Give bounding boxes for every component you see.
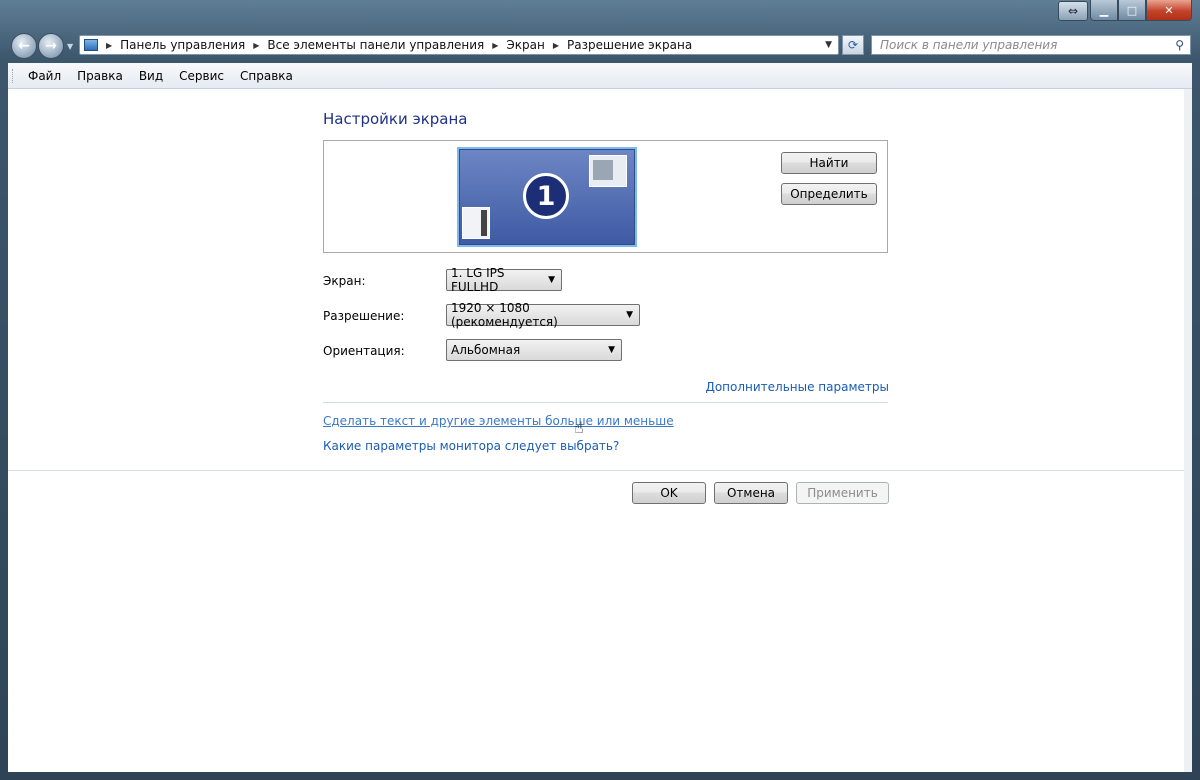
orientation-label: Ориентация:: [323, 344, 405, 358]
chevron-down-icon: ▼: [626, 310, 633, 320]
minimize-button[interactable]: ▁: [1090, 0, 1118, 21]
orientation-select-value: Альбомная: [451, 343, 521, 357]
resolution-label: Разрешение:: [323, 309, 405, 323]
screen-label: Экран:: [323, 274, 366, 288]
menu-file[interactable]: Файл: [28, 69, 61, 83]
minimize-icon: ▁: [1099, 3, 1109, 17]
menu-bar: Файл Правка Вид Сервис Справка: [8, 63, 1192, 89]
switch-icon: ⇔: [1067, 4, 1079, 18]
menu-edit[interactable]: Правка: [77, 69, 123, 83]
screen-select-value: 1. LG IPS FULLHD: [451, 266, 505, 294]
breadcrumb-separator-icon[interactable]: ▶: [253, 41, 259, 50]
close-button[interactable]: ✕: [1146, 0, 1192, 21]
monitor-1-thumbnail[interactable]: 1: [457, 147, 637, 247]
cancel-button[interactable]: Отмена: [714, 482, 788, 504]
window-thumbnail-icon: [462, 207, 490, 239]
page-title: Настройки экрана: [323, 110, 468, 128]
ok-button[interactable]: OK: [632, 482, 706, 504]
menu-view[interactable]: Вид: [139, 69, 163, 83]
chevron-down-icon: ▼: [608, 345, 615, 355]
breadcrumb-item[interactable]: Экран: [506, 38, 544, 52]
maximize-icon: □: [1126, 3, 1138, 17]
monitor-number-badge: 1: [523, 173, 569, 219]
maximize-button[interactable]: □: [1118, 0, 1146, 21]
monitor-help-link[interactable]: Какие параметры монитора следует выбрать…: [323, 439, 619, 453]
back-arrow-icon: ←: [18, 38, 30, 54]
control-panel-icon: [84, 39, 98, 51]
breadcrumb-item[interactable]: Панель управления: [120, 38, 245, 52]
search-icon[interactable]: ⚲: [1175, 38, 1184, 52]
refresh-icon: ⟳: [847, 38, 859, 52]
identify-button[interactable]: Определить: [781, 183, 877, 205]
scrollbar[interactable]: [1184, 89, 1192, 772]
resolution-select[interactable]: 1920 × 1080 (рекомендуется) ▼: [446, 301, 640, 329]
switch-window-button[interactable]: ⇔: [1058, 1, 1088, 21]
screen-select[interactable]: 1. LG IPS FULLHD ▼: [446, 266, 562, 294]
hand-cursor-icon: ☝: [574, 418, 584, 437]
divider: [323, 402, 888, 403]
breadcrumb-item[interactable]: Все элементы панели управления: [267, 38, 484, 52]
breadcrumb-item[interactable]: Разрешение экрана: [567, 38, 692, 52]
display-preview-panel: 1 Найти Определить: [323, 140, 888, 253]
close-icon: ✕: [1164, 3, 1174, 17]
back-button[interactable]: ←: [11, 33, 37, 59]
recent-pages-dropdown-icon[interactable]: ▼: [67, 42, 73, 51]
chevron-down-icon: ▼: [548, 275, 555, 285]
caption-buttons: ▁ □ ✕: [1090, 0, 1192, 22]
window-thumbnail-icon: [589, 155, 627, 187]
find-button[interactable]: Найти: [781, 152, 877, 174]
content-area: Настройки экрана 1 Найти Определить Экра…: [8, 89, 1192, 772]
forward-button[interactable]: →: [38, 33, 64, 59]
advanced-settings-link[interactable]: Дополнительные параметры: [705, 380, 889, 394]
forward-arrow-icon: →: [45, 38, 57, 54]
address-bar[interactable]: ▶ Панель управления ▶ Все элементы панел…: [79, 35, 839, 55]
window-frame: ⇔ ▁ □ ✕ ← → ▼ ▶ Панель управления ▶ Все …: [0, 0, 1200, 780]
footer-divider: [8, 470, 1192, 471]
orientation-select[interactable]: Альбомная ▼: [446, 339, 622, 361]
apply-button[interactable]: Применить: [796, 482, 889, 504]
breadcrumb-separator-icon[interactable]: ▶: [492, 41, 498, 50]
resolution-select-value: 1920 × 1080 (рекомендуется): [451, 301, 558, 329]
menu-help[interactable]: Справка: [240, 69, 293, 83]
breadcrumb-separator-icon[interactable]: ▶: [106, 41, 112, 50]
menu-tools[interactable]: Сервис: [179, 69, 224, 83]
menu-grip: [12, 68, 16, 83]
breadcrumb-separator-icon[interactable]: ▶: [553, 41, 559, 50]
search-placeholder: Поиск в панели управления: [880, 38, 1058, 52]
address-dropdown-icon[interactable]: ▼: [825, 40, 832, 50]
text-size-link[interactable]: Сделать текст и другие элементы больше и…: [323, 414, 674, 428]
refresh-button[interactable]: ⟳: [842, 35, 864, 55]
search-input[interactable]: Поиск в панели управления ⚲: [871, 35, 1191, 55]
